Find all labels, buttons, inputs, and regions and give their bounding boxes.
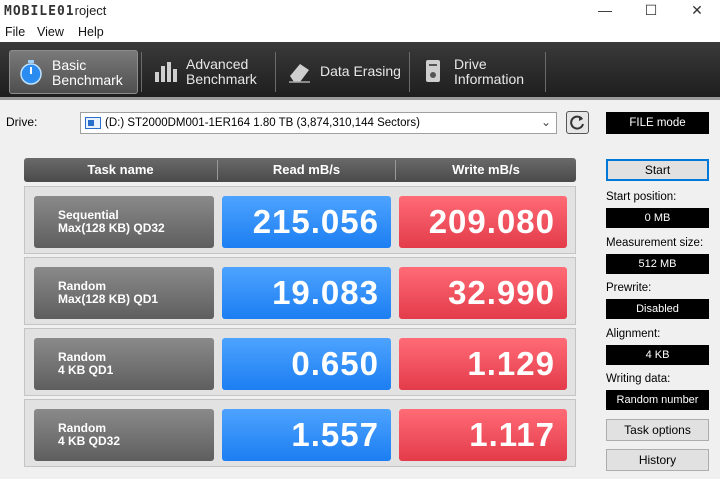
result-row-random-qd1: Random Max(128 KB) QD1 19.083 32.990: [24, 257, 576, 325]
minimize-button[interactable]: —: [582, 0, 628, 22]
task-name-line2: Max(128 KB) QD32: [58, 221, 165, 235]
menu-help[interactable]: Help: [78, 25, 104, 39]
tab-drive-information[interactable]: Drive Information: [412, 50, 542, 94]
toolbar-divider: [275, 52, 276, 92]
prewrite-label: Prewrite:: [606, 282, 652, 294]
chevron-down-icon: ⌄: [540, 115, 551, 129]
title-text: roject: [74, 3, 107, 18]
close-button[interactable]: ✕: [674, 0, 720, 22]
drive-dropdown[interactable]: (D:) ST2000DM001-1ER164 1.80 TB (3,874,3…: [80, 112, 557, 134]
header-task-name: Task name: [87, 162, 154, 177]
write-value: 1.117: [399, 409, 567, 461]
measurement-size-label: Measurement size:: [606, 237, 704, 249]
stopwatch-icon: [20, 60, 42, 85]
bar-chart-icon: [155, 62, 177, 82]
tab-label-line1: Basic: [52, 57, 87, 73]
task-button[interactable]: Random Max(128 KB) QD1: [34, 267, 214, 319]
task-name-line2: 4 KB QD32: [58, 434, 121, 448]
drive-label: Drive:: [6, 115, 38, 129]
results-header: Task name Read mB/s Write mB/s: [24, 158, 576, 182]
eraser-icon: [289, 64, 310, 83]
result-row-random-4kb-qd1: Random 4 KB QD1 0.650 1.129: [24, 328, 576, 396]
history-button[interactable]: History: [606, 449, 709, 471]
write-value: 209.080: [399, 196, 567, 248]
maximize-button[interactable]: ☐: [628, 0, 674, 22]
task-options-button[interactable]: Task options: [606, 419, 709, 441]
tab-label-line1: Drive: [454, 56, 487, 72]
tab-basic-benchmark[interactable]: Basic Benchmark: [9, 50, 138, 94]
menu-bar: File View Help: [0, 22, 720, 42]
write-value: 1.129: [399, 338, 567, 390]
start-button[interactable]: Start: [606, 159, 709, 181]
task-button[interactable]: Random 4 KB QD1: [34, 338, 214, 390]
tab-label-line2: Benchmark: [186, 71, 257, 87]
result-row-sequential-q32: Sequential Max(128 KB) QD32 215.056 209.…: [24, 186, 576, 254]
result-row-random-4kb-qd32: Random 4 KB QD32 1.557 1.117: [24, 399, 576, 467]
mode-indicator[interactable]: FILE mode: [606, 112, 709, 134]
menu-view[interactable]: View: [37, 25, 64, 39]
writing-data-label: Writing data:: [606, 373, 671, 385]
header-read: Read mB/s: [272, 162, 341, 177]
tab-label-line2: Benchmark: [52, 72, 123, 88]
read-value: 0.650: [222, 338, 391, 390]
measurement-size-field[interactable]: 512 MB: [606, 254, 709, 274]
read-value: 19.083: [222, 267, 391, 319]
tab-advanced-benchmark[interactable]: Advanced Benchmark: [144, 50, 272, 94]
writing-data-field[interactable]: Random number: [606, 390, 709, 410]
toolbar: Basic Benchmark Advanced Benchmark Data …: [0, 42, 720, 100]
write-value: 32.990: [399, 267, 567, 319]
toolbar-divider: [141, 52, 142, 92]
read-value: 1.557: [222, 409, 391, 461]
menu-file[interactable]: File: [5, 25, 25, 39]
title-bar: MOBILE01roject — ☐ ✕: [0, 0, 720, 22]
toolbar-divider: [545, 52, 546, 92]
tab-label-line2: Information: [454, 71, 525, 87]
tab-label-line1: Data Erasing: [320, 63, 401, 79]
title-logo: MOBILE01: [4, 4, 75, 19]
task-name-line2: Max(128 KB) QD1: [58, 292, 159, 306]
task-name-line2: 4 KB QD1: [58, 363, 114, 377]
prewrite-field[interactable]: Disabled: [606, 299, 709, 319]
header-write: Write mB/s: [452, 162, 520, 177]
tab-label-line1: Advanced: [186, 56, 249, 72]
start-position-label: Start position:: [606, 191, 677, 203]
drive-selected-value: (D:) ST2000DM001-1ER164 1.80 TB (3,874,3…: [105, 117, 420, 129]
refresh-icon: [570, 115, 584, 130]
read-value: 215.056: [222, 196, 391, 248]
start-position-field[interactable]: 0 MB: [606, 208, 709, 228]
alignment-field[interactable]: 4 KB: [606, 345, 709, 365]
task-button[interactable]: Sequential Max(128 KB) QD32: [34, 196, 214, 248]
drive-icon: [85, 117, 101, 129]
toolbar-divider: [409, 52, 410, 92]
drive-info-icon: [426, 60, 440, 82]
tab-data-erasing[interactable]: Data Erasing: [278, 50, 406, 94]
window-title: MOBILE01roject: [4, 3, 106, 19]
refresh-button[interactable]: [566, 111, 589, 134]
alignment-label: Alignment:: [606, 328, 661, 340]
task-button[interactable]: Random 4 KB QD32: [34, 409, 214, 461]
